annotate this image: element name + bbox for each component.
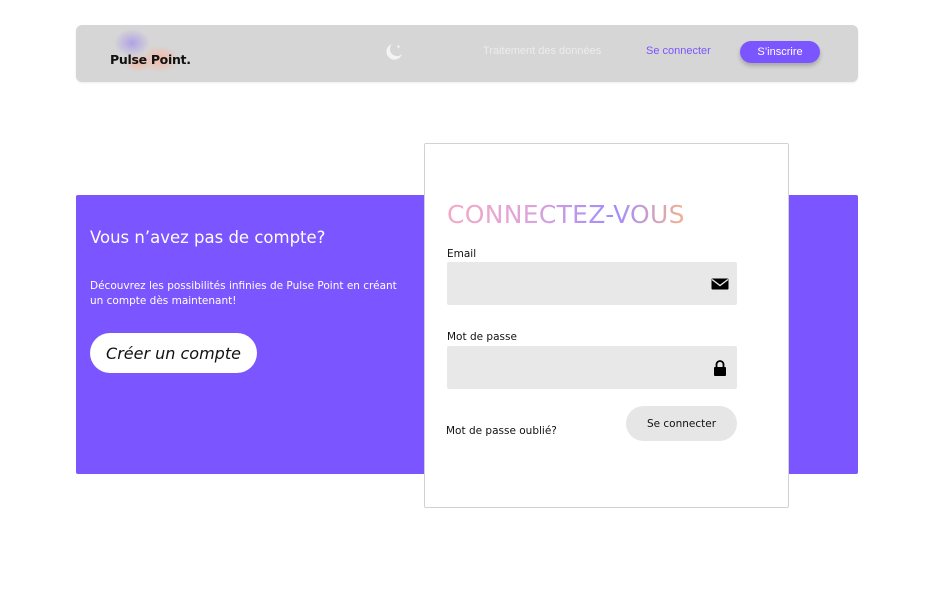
lock-icon [714, 360, 726, 376]
promo-description: Découvrez les possibilités infinies de P… [90, 280, 397, 307]
create-account-button[interactable]: Créer un compte [90, 333, 257, 373]
forgot-password-link[interactable]: Mot de passe oublié? [446, 425, 557, 437]
password-label: Mot de passe [447, 331, 517, 343]
password-field-container [447, 346, 737, 389]
promo-title: Vous n’avez pas de compte? [90, 228, 326, 247]
login-card: CONNECTEZ-VOUS Email Mot de passe Mot de… [424, 143, 789, 508]
login-submit-button[interactable]: Se connecter [626, 406, 737, 441]
email-field-container [447, 262, 737, 305]
nav-link-data-processing[interactable]: Traitement des données [483, 45, 601, 57]
navbar: Pulse Point. Traitement des données Se c… [76, 25, 858, 82]
email-label: Email [447, 248, 477, 260]
signup-button[interactable]: S’inscrire [740, 41, 820, 63]
password-field[interactable] [447, 346, 717, 389]
login-title: CONNECTEZ-VOUS [447, 200, 685, 229]
logo[interactable]: Pulse Point. [100, 29, 210, 77]
brand-name: Pulse Point. [110, 52, 191, 67]
page: Pulse Point. Traitement des données Se c… [0, 0, 935, 602]
moon-icon[interactable] [383, 41, 405, 63]
nav-link-login[interactable]: Se connecter [646, 45, 711, 57]
email-field[interactable] [447, 262, 717, 305]
envelope-icon [711, 278, 729, 290]
